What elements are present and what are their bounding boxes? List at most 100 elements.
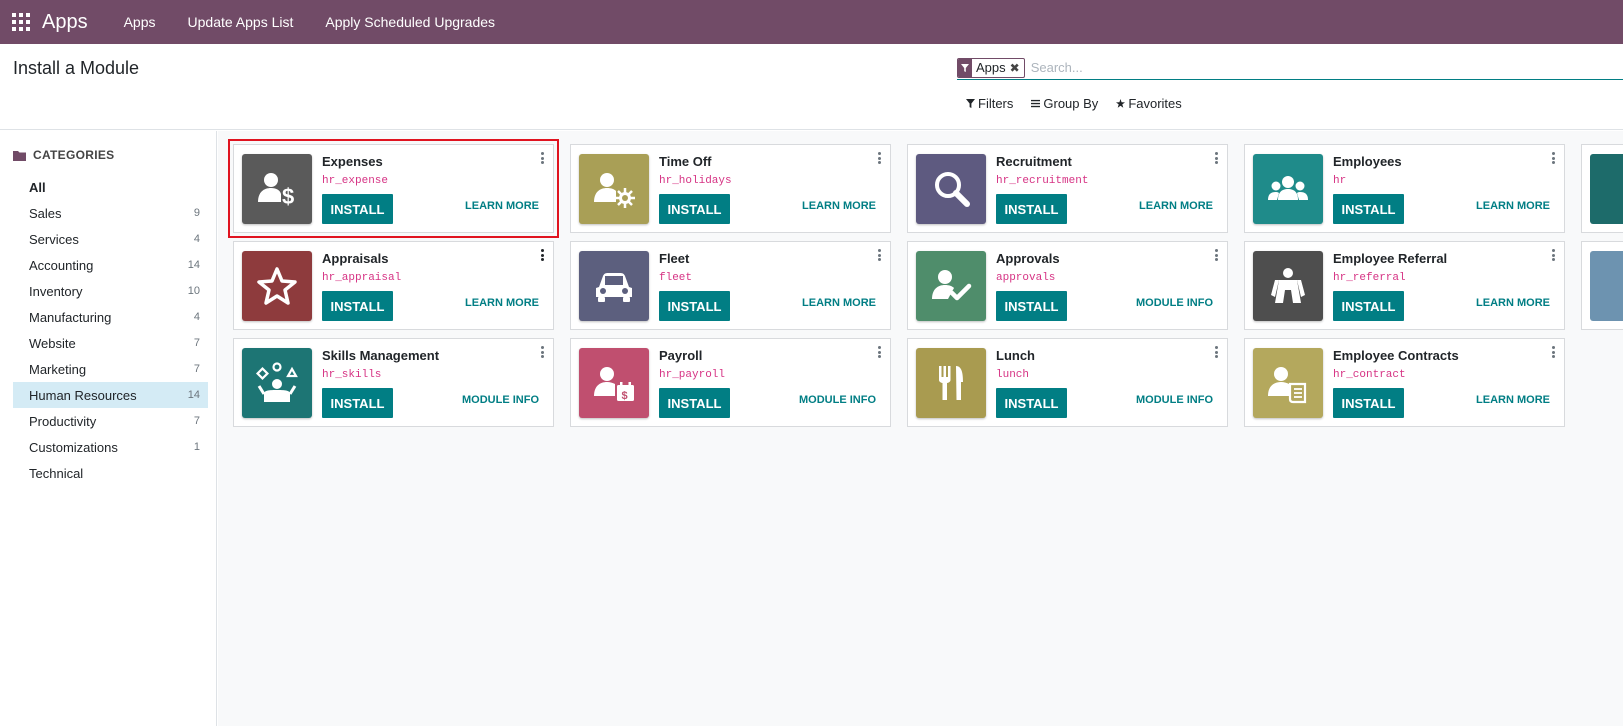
app-card-fleet[interactable]: Fleet fleet INSTALL LEARN MORE: [570, 241, 891, 330]
search-facet-label: Apps: [976, 60, 1006, 75]
group-by-button[interactable]: Group By: [1031, 96, 1098, 111]
app-name: Appraisals: [322, 251, 389, 266]
nav-apply-scheduled-upgrades[interactable]: Apply Scheduled Upgrades: [309, 0, 511, 44]
learn-more-link[interactable]: LEARN MORE: [1476, 200, 1550, 212]
app-card-skills-management[interactable]: Skills Management hr_skills INSTALL MODU…: [233, 338, 554, 427]
learn-more-link[interactable]: LEARN MORE: [1476, 297, 1550, 309]
module-info-link[interactable]: MODULE INFO: [462, 394, 539, 406]
app-grid-icon[interactable]: [0, 0, 42, 44]
app-card-employees[interactable]: Employees hr INSTALL LEARN MORE: [1244, 144, 1565, 233]
install-button[interactable]: INSTALL: [659, 291, 730, 321]
install-button[interactable]: INSTALL: [1333, 194, 1404, 224]
install-button[interactable]: INSTALL: [996, 388, 1067, 418]
app-technical-name: hr_contract: [1333, 369, 1406, 381]
app-name: Time Off: [659, 154, 712, 169]
module-info-link[interactable]: MODULE INFO: [799, 394, 876, 406]
category-marketing[interactable]: Marketing 7: [13, 356, 208, 382]
category-sales[interactable]: Sales 9: [13, 200, 208, 226]
card-menu-icon[interactable]: [1550, 152, 1556, 164]
search-input[interactable]: [1030, 60, 1331, 75]
referral-icon: [1253, 251, 1323, 321]
install-button[interactable]: INSTALL: [1333, 291, 1404, 321]
card-menu-icon[interactable]: [876, 152, 882, 164]
nav-update-apps-list[interactable]: Update Apps List: [172, 0, 310, 44]
category-services[interactable]: Services 4: [13, 226, 208, 252]
install-button[interactable]: INSTALL: [322, 291, 393, 321]
contracts-icon: [1253, 348, 1323, 418]
app-card-partial[interactable]: [1581, 144, 1623, 233]
app-brand[interactable]: Apps: [42, 11, 88, 34]
app-name: Skills Management: [322, 348, 440, 363]
install-button[interactable]: INSTALL: [1333, 388, 1404, 418]
category-all[interactable]: All: [13, 174, 208, 200]
list-icon: [1031, 99, 1041, 108]
svg-text:$: $: [622, 390, 628, 402]
card-menu-icon[interactable]: [1550, 249, 1556, 261]
app-technical-name: hr_recruitment: [996, 175, 1089, 187]
search-bar[interactable]: Apps ✖: [957, 56, 1623, 80]
install-button[interactable]: INSTALL: [996, 291, 1067, 321]
category-list: All Sales 9 Services 4 Accounting 14 Invent…: [13, 174, 208, 486]
category-productivity[interactable]: Productivity 7: [13, 408, 208, 434]
install-button[interactable]: INSTALL: [322, 388, 393, 418]
category-customizations[interactable]: Customizations 1: [13, 434, 208, 460]
app-card-appraisals[interactable]: Appraisals hr_appraisal INSTALL LEARN MO…: [233, 241, 554, 330]
app-card-expenses[interactable]: $ Expenses hr_expense INSTALL LEARN MORE: [228, 139, 559, 238]
install-button[interactable]: INSTALL: [322, 194, 393, 224]
skills-icon: [242, 348, 312, 418]
appraisals-icon: [242, 251, 312, 321]
card-menu-icon[interactable]: [876, 249, 882, 261]
employees-icon: [1253, 154, 1323, 224]
app-technical-name: hr_referral: [1333, 272, 1406, 284]
card-menu-icon[interactable]: [539, 346, 545, 358]
card-menu-icon[interactable]: [876, 346, 882, 358]
app-card-employee-contracts[interactable]: Employee Contracts hr_contract INSTALL L…: [1244, 338, 1565, 427]
category-label: Customizations: [29, 439, 118, 455]
learn-more-link[interactable]: LEARN MORE: [802, 200, 876, 212]
learn-more-link[interactable]: LEARN MORE: [1139, 200, 1213, 212]
app-technical-name: hr_payroll: [659, 369, 726, 381]
card-menu-icon[interactable]: [1213, 152, 1219, 164]
learn-more-link[interactable]: LEARN MORE: [802, 297, 876, 309]
recruitment-icon: [916, 154, 986, 224]
learn-more-link[interactable]: LEARN MORE: [1476, 394, 1550, 406]
app-card-lunch[interactable]: Lunch lunch INSTALL MODULE INFO: [907, 338, 1228, 427]
filters-button[interactable]: Filters: [966, 96, 1013, 111]
module-info-link[interactable]: MODULE INFO: [1136, 394, 1213, 406]
card-menu-icon[interactable]: [1213, 346, 1219, 358]
category-technical[interactable]: Technical: [13, 460, 208, 486]
lunch-icon: [916, 348, 986, 418]
filter-icon: [958, 58, 972, 77]
category-website[interactable]: Website 7: [13, 330, 208, 356]
app-card-time-off[interactable]: Time Off hr_holidays INSTALL LEARN MORE: [570, 144, 891, 233]
app-card-payroll[interactable]: $ Payroll hr_payroll INSTALL MODULE INFO: [570, 338, 891, 427]
category-label: All: [29, 179, 46, 195]
learn-more-link[interactable]: LEARN MORE: [465, 297, 539, 309]
category-accounting[interactable]: Accounting 14: [13, 252, 208, 278]
category-human-resources[interactable]: Human Resources 14: [13, 382, 208, 408]
favorites-button[interactable]: Favorites: [1116, 96, 1182, 111]
nav-apps[interactable]: Apps: [108, 0, 172, 44]
app-name: Payroll: [659, 348, 703, 363]
learn-more-link[interactable]: LEARN MORE: [465, 200, 539, 212]
card-menu-icon[interactable]: [1550, 346, 1556, 358]
app-card-recruitment[interactable]: Recruitment hr_recruitment INSTALL LEARN…: [907, 144, 1228, 233]
app-technical-name: hr_holidays: [659, 175, 732, 187]
card-menu-icon[interactable]: [539, 152, 545, 164]
install-button[interactable]: INSTALL: [659, 388, 730, 418]
time-off-icon: [579, 154, 649, 224]
module-info-link[interactable]: MODULE INFO: [1136, 297, 1213, 309]
install-button[interactable]: INSTALL: [659, 194, 730, 224]
remove-facet-icon[interactable]: ✖: [1010, 61, 1024, 75]
card-menu-icon[interactable]: [1213, 249, 1219, 261]
app-name: Lunch: [996, 348, 1035, 363]
app-card-partial[interactable]: [1581, 241, 1623, 330]
category-manufacturing[interactable]: Manufacturing 4: [13, 304, 208, 330]
app-name: Employees: [1333, 154, 1402, 169]
app-card-employee-referral[interactable]: Employee Referral hr_referral INSTALL LE…: [1244, 241, 1565, 330]
card-menu-icon[interactable]: [539, 249, 545, 261]
install-button[interactable]: INSTALL: [996, 194, 1067, 224]
app-card-approvals[interactable]: Approvals approvals INSTALL MODULE INFO: [907, 241, 1228, 330]
category-label: Services: [29, 231, 79, 247]
category-inventory[interactable]: Inventory 10: [13, 278, 208, 304]
